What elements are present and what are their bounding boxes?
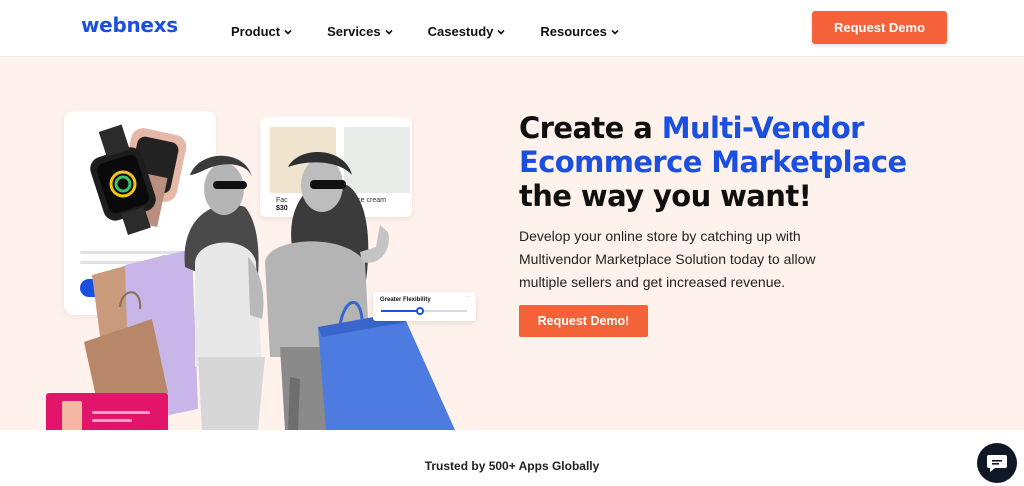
chat-widget-button[interactable] [977, 443, 1017, 483]
card-line [92, 419, 132, 422]
flexibility-slider-card: Greater Flexibility ··· [373, 292, 476, 321]
hero-headline: Create a Multi-Vendor Ecommerce Marketpl… [519, 111, 919, 213]
hero-request-demo-button[interactable]: Request Demo! [519, 305, 648, 337]
slider-fill [381, 310, 420, 312]
chat-bubble-icon [987, 455, 1007, 472]
nav-product[interactable]: Product [231, 24, 293, 39]
main-nav: Product Services Casestudy Resources [231, 24, 654, 39]
nav-resources[interactable]: Resources [540, 24, 619, 39]
product-image [270, 127, 336, 193]
card-line [80, 261, 170, 264]
card-line [92, 411, 150, 414]
nav-services[interactable]: Services [327, 24, 394, 39]
nav-label: Product [231, 24, 281, 39]
watch-card [64, 111, 216, 315]
product-name: Fac [276, 197, 288, 204]
nav-label: Resources [540, 24, 607, 39]
slider-title: Greater Flexibility [380, 297, 431, 303]
model-thumbnail [62, 401, 82, 430]
nav-label: Services [327, 24, 381, 39]
site-header: webnexs Product Services Casestudy Resou… [0, 0, 1024, 57]
more-icon: ··· [465, 294, 471, 300]
product-card: Fac $30 Face cream $40 [260, 117, 412, 217]
logo[interactable]: webnexs [81, 13, 178, 37]
headline-pre: Create a [519, 111, 662, 145]
trusted-by-text: Trusted by 500+ Apps Globally [424, 459, 600, 473]
chevron-down-icon [385, 29, 393, 35]
request-demo-button[interactable]: Request Demo [812, 11, 947, 44]
slider-knob [415, 307, 424, 315]
product-name: Face cream [349, 197, 386, 204]
hero-section: Fac $30 Face cream $40 Greater Flexibili… [0, 57, 1024, 430]
slider-track [381, 307, 467, 315]
chevron-down-icon [284, 29, 292, 35]
blue-shopping-bag [318, 300, 455, 430]
pink-product-card [46, 393, 168, 430]
nav-casestudy[interactable]: Casestudy [428, 24, 507, 39]
card-line [80, 251, 202, 254]
chevron-down-icon [497, 29, 505, 35]
headline-post: the way you want! [519, 179, 812, 213]
card-button [80, 279, 150, 297]
chevron-down-icon [611, 29, 619, 35]
hero-description: Develop your online store by catching up… [519, 228, 816, 290]
product-image [344, 127, 410, 193]
product-price: $40 [349, 205, 361, 212]
product-price: $30 [276, 205, 288, 212]
nav-label: Casestudy [427, 24, 494, 39]
